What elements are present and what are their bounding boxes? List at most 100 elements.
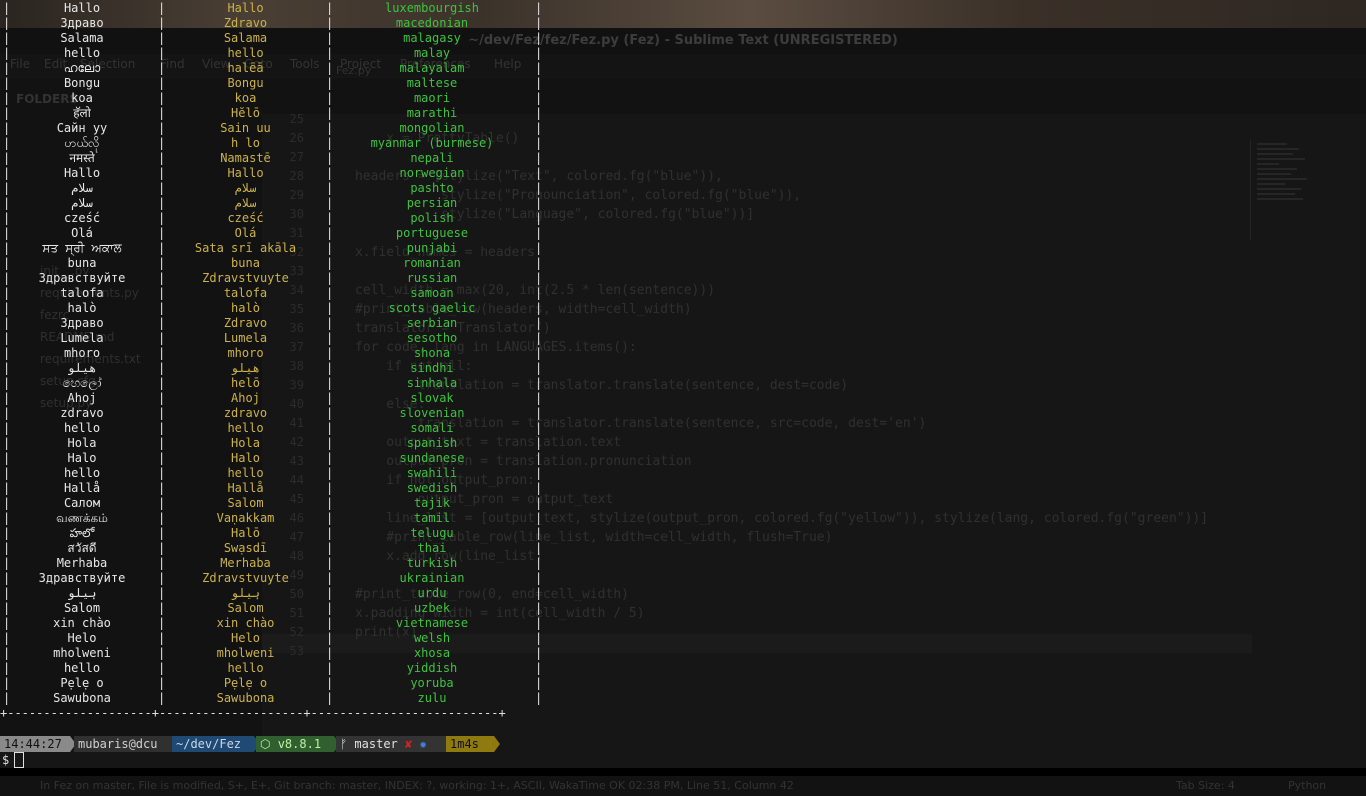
table-row: | | | | Ahoj Ahoj slovak: [0, 391, 545, 406]
cell-text: Lumela: [60, 331, 104, 345]
terminal-cursor[interactable]: [14, 752, 24, 768]
table-cell-divider: |: [535, 541, 543, 555]
cell-text: mhoro: [63, 346, 101, 360]
cell-text: سلام: [71, 196, 93, 210]
table-cell-divider: |: [535, 586, 543, 600]
cell-language: sindhi: [410, 361, 454, 375]
table-cell-divider: |: [535, 286, 543, 300]
cell-language: macedonian: [395, 16, 469, 30]
table-cell-divider: |: [535, 571, 543, 585]
table-cell-divider: |: [535, 406, 543, 420]
cell-text: Здраво: [60, 316, 104, 330]
cell-pronunciation: hello: [227, 661, 264, 675]
table-row: | | | | Salom Salom uzbek: [0, 601, 545, 616]
cell-pronunciation: halò: [231, 301, 260, 315]
table-row: | | | | Helo Helo welsh: [0, 631, 545, 646]
prompt-user-host: mubaris@dcu: [74, 736, 172, 752]
terminal-output: | | | | Hallo Hallo luxembourgish | | | | Здраво Zdr…: [0, 0, 545, 722]
cell-language: shona: [413, 346, 451, 360]
cell-language: polish: [410, 211, 454, 225]
cell-language: swahili: [406, 466, 458, 480]
cell-text: Здравствуйте: [38, 271, 126, 285]
git-stash-icon: ✹: [419, 737, 427, 751]
cell-text: Bongu: [63, 76, 101, 90]
table-row: | | | | हॅलो Hĕlō marathi: [0, 106, 545, 121]
cell-pronunciation: Zdravo: [223, 16, 268, 30]
table-cell-divider: |: [535, 676, 543, 690]
table-row: | | | | Hallo Hallo norwegian: [0, 166, 545, 181]
cell-text: Hola: [67, 436, 97, 450]
editor-minimap: [1250, 140, 1311, 240]
cell-language: zulu: [417, 691, 447, 705]
table-cell-divider: |: [535, 466, 543, 480]
cell-text: Hallo: [63, 1, 101, 15]
table-row: | | | | హలో Halō telugu: [0, 526, 545, 541]
table-row: | | | | ဟယ်လို h lo myanmar (burmese): [0, 136, 545, 151]
cell-text: Салом: [63, 496, 101, 510]
status-syntax[interactable]: Python: [1288, 776, 1326, 796]
cell-language: pashto: [410, 181, 454, 195]
git-branch-label: ᚠ master: [340, 737, 398, 751]
table-row: | | | | hello hello yiddish: [0, 661, 545, 676]
cell-text: Hallo: [63, 166, 101, 180]
cell-language: malay: [413, 46, 451, 60]
table-row: | | | | zdravo zdravo slovenian: [0, 406, 545, 421]
cell-language: yoruba: [410, 676, 454, 690]
table-cell-divider: |: [535, 91, 543, 105]
cell-text: hello: [63, 421, 101, 435]
cell-pronunciation: Swạsdī: [223, 541, 268, 555]
status-tab-size[interactable]: Tab Size: 4: [1176, 776, 1235, 796]
table-cell-divider: |: [535, 556, 543, 570]
cell-pronunciation: سلام: [234, 181, 257, 195]
cell-text: buna: [67, 256, 97, 270]
cell-text: Helo: [67, 631, 97, 645]
table-row: | | | | Здравствуйте Zdravstvuyte russian: [0, 271, 545, 286]
cell-language: slovenian: [399, 406, 465, 420]
table-row: | | | | Hallå Hallå swedish: [0, 481, 545, 496]
table-row: | | | | Merhaba Merhaba turkish: [0, 556, 545, 571]
table-row: | | | | Lumela Lumela sesotho: [0, 331, 545, 346]
table-cell-divider: |: [535, 1, 543, 15]
table-row: | | | | Hola Hola spanish: [0, 436, 545, 451]
cell-language: norwegian: [399, 166, 465, 180]
table-row: | | | | Olá Olá portuguese: [0, 226, 545, 241]
cell-language: nepali: [410, 151, 454, 165]
table-cell-divider: |: [535, 121, 543, 135]
cell-text: வணக்கம்: [56, 511, 108, 525]
cell-language: russian: [406, 271, 458, 285]
table-row: | | | | ഹലോ halēā malayalam: [0, 61, 545, 76]
table-cell-divider: |: [535, 691, 543, 705]
cell-pronunciation: Salama: [223, 31, 268, 45]
table-row: | | | | Pẹlẹ o Pẹlẹ o yoruba: [0, 676, 545, 691]
cell-text: سلام: [71, 181, 93, 195]
table-row: | | | | Sawubona Sawubona zulu: [0, 691, 545, 706]
cell-pronunciation: mhoro: [227, 346, 264, 360]
cell-text: Pẹlẹ o: [60, 676, 104, 690]
cell-pronunciation: Ahoj: [231, 391, 260, 405]
editor-statusbar: In Fez on master, File is modified, S+, …: [0, 776, 1366, 796]
table-row: | | | | hello hello swahili: [0, 466, 545, 481]
cell-text: Здраво: [60, 16, 104, 30]
table-cell-divider: |: [535, 481, 543, 495]
table-cell-divider: |: [535, 631, 543, 645]
cell-text: hello: [63, 661, 101, 675]
cell-language: xhosa: [413, 646, 451, 660]
table-row: | | | | ਸਤ ਸ੍ਰੀ ਅਕਾਲ Sata srī akāla punjabi: [0, 241, 545, 256]
cell-language: samoan: [410, 286, 454, 300]
cell-text: talofa: [60, 286, 104, 300]
cell-pronunciation: Vaṇakkam: [216, 511, 275, 525]
cell-text: xin chào: [53, 616, 111, 630]
cell-language: malagasy: [403, 31, 461, 45]
cell-text: हॅलो: [73, 106, 91, 120]
table-row: | | | | Halo Halo sundanese: [0, 451, 545, 466]
table-row: | | | | Здравствуйте Zdravstvuyte ukrainian: [0, 571, 545, 586]
table-bottom-border: +--------------------+------------------…: [0, 706, 506, 720]
cell-pronunciation: talofa: [223, 286, 268, 300]
table-cell-divider: |: [535, 241, 543, 255]
cell-pronunciation: Olá: [234, 226, 257, 240]
cell-language: mongolian: [399, 121, 465, 135]
cell-language: vietnamese: [395, 616, 469, 630]
cell-language: slovak: [410, 391, 454, 405]
table-cell-divider: |: [535, 616, 543, 630]
cell-pronunciation: xin chào: [216, 616, 275, 630]
